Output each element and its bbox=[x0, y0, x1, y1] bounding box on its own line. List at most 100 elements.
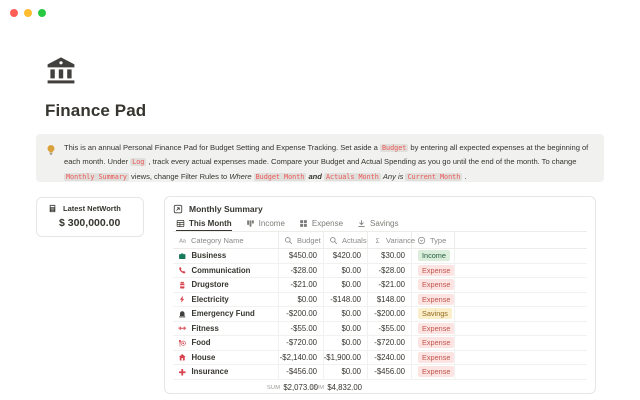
cell-type[interactable]: Expense bbox=[412, 293, 455, 307]
cell-variance[interactable]: -$21.00 bbox=[368, 278, 412, 292]
column-header-actuals[interactable]: Actuals bbox=[324, 232, 368, 248]
callout-code-token: Log bbox=[130, 158, 146, 166]
type-badge-expense: Expense bbox=[418, 352, 454, 363]
table-row-communication: Communication-$28.00$0.00-$28.00Expense bbox=[173, 264, 587, 279]
cell-category-name[interactable]: Food bbox=[173, 336, 279, 350]
table-row-emergency-fund: Emergency Fund -$200.00$0.00-$200.00 Savin… bbox=[173, 307, 587, 322]
cell-variance[interactable]: -$55.00 bbox=[368, 322, 412, 336]
callout-code-token: Monthly Summary bbox=[64, 173, 129, 181]
cell-actuals[interactable]: $0.00 bbox=[324, 365, 368, 379]
tab-this-month[interactable]: This Month bbox=[176, 219, 232, 231]
column-header-category-name[interactable]: AaCategory Name bbox=[173, 232, 279, 248]
cell-category-name[interactable]: Electricity bbox=[173, 293, 279, 307]
column-header-variance[interactable]: ΣVariance bbox=[368, 232, 412, 248]
cell-type[interactable]: Expense bbox=[412, 351, 455, 365]
cell-variance[interactable]: $30.00 bbox=[368, 249, 412, 263]
cell-budget[interactable]: -$200.00 bbox=[279, 307, 324, 321]
cell-actuals[interactable]: $0.00 bbox=[324, 336, 368, 350]
cell-actuals[interactable]: $420.00 bbox=[324, 249, 368, 263]
formula-icon: Σ bbox=[373, 236, 382, 245]
sum-label: SUM bbox=[311, 385, 324, 391]
cell-budget[interactable]: -$720.00 bbox=[279, 336, 324, 350]
cell-budget[interactable]: -$55.00 bbox=[279, 322, 324, 336]
column-header-budget[interactable]: Budget bbox=[279, 232, 324, 248]
house-icon bbox=[178, 353, 187, 362]
type-badge-expense: Expense bbox=[418, 265, 454, 276]
category-name-label: Electricity bbox=[192, 295, 229, 304]
tab-income[interactable]: Income bbox=[246, 219, 285, 231]
table-row-fitness: Fitness-$55.00$0.00-$55.00Expense bbox=[173, 322, 587, 337]
briefcase-icon bbox=[178, 252, 187, 261]
cell-type[interactable]: Income bbox=[412, 249, 455, 263]
cell-empty bbox=[455, 351, 587, 365]
cell-type[interactable]: Expense bbox=[412, 322, 455, 336]
cell-empty bbox=[455, 249, 587, 263]
cell-variance[interactable]: -$28.00 bbox=[368, 264, 412, 278]
cell-variance[interactable]: -$456.00 bbox=[368, 365, 412, 379]
cell-category-name[interactable]: Emergency Fund bbox=[173, 307, 279, 321]
cell-budget[interactable]: -$456.00 bbox=[279, 365, 324, 379]
cell-category-name[interactable]: Insurance bbox=[173, 365, 279, 379]
tab-label: Expense bbox=[312, 219, 343, 228]
table-row-food: Food-$720.00$0.00-$720.00Expense bbox=[173, 336, 587, 351]
cell-category-name[interactable]: Communication bbox=[173, 264, 279, 278]
bank-icon[interactable] bbox=[45, 55, 77, 87]
cell-variance[interactable]: -$720.00 bbox=[368, 336, 412, 350]
cell-type[interactable]: Expense bbox=[412, 278, 455, 292]
close-window-button[interactable] bbox=[10, 9, 18, 17]
callout-text-segment: . bbox=[462, 172, 466, 181]
cell-empty bbox=[455, 293, 587, 307]
cell-actuals[interactable]: $0.00 bbox=[324, 307, 368, 321]
cell-actuals[interactable]: -$1,900.00 bbox=[324, 351, 368, 365]
monthly-summary-title[interactable]: Monthly Summary bbox=[189, 204, 263, 214]
cell-type[interactable]: Expense bbox=[412, 365, 455, 379]
callout-text-segment: This is an annual Personal Finance Pad f… bbox=[64, 143, 380, 152]
cell-type[interactable]: Expense bbox=[412, 264, 455, 278]
tab-expense[interactable]: Expense bbox=[299, 219, 343, 231]
view-tabs: This Month Income Expense Savings bbox=[173, 217, 587, 231]
type-badge-expense: Expense bbox=[418, 323, 454, 334]
cell-actuals[interactable]: $0.00 bbox=[324, 264, 368, 278]
type-badge-expense: Expense bbox=[418, 279, 454, 290]
column-header-type[interactable]: Type bbox=[412, 232, 455, 248]
rollup-icon bbox=[284, 236, 293, 245]
tab-savings[interactable]: Savings bbox=[357, 219, 398, 231]
cell-budget[interactable]: $0.00 bbox=[279, 293, 324, 307]
cell-category-name[interactable]: Business bbox=[173, 249, 279, 263]
cell-actuals[interactable]: $0.00 bbox=[324, 322, 368, 336]
cell-variance[interactable]: -$240.00 bbox=[368, 351, 412, 365]
cell-actuals[interactable]: -$148.00 bbox=[324, 293, 368, 307]
cell-empty bbox=[455, 322, 587, 336]
cell-type[interactable]: Expense bbox=[412, 336, 455, 350]
cell-budget[interactable]: -$2,140.00 bbox=[279, 351, 324, 365]
table-footer: SUM$2,073.00SUM$4,832.00 bbox=[173, 380, 587, 395]
cell-variance[interactable]: -$200.00 bbox=[368, 307, 412, 321]
minimize-window-button[interactable] bbox=[24, 9, 32, 17]
cell-budget[interactable]: $450.00 bbox=[279, 249, 324, 263]
table-row-insurance: Insurance-$456.00$0.00-$456.00Expense bbox=[173, 365, 587, 380]
cell-budget[interactable]: -$21.00 bbox=[279, 278, 324, 292]
networth-value: $ 300,000.00 bbox=[48, 217, 137, 229]
zoom-window-button[interactable] bbox=[38, 9, 46, 17]
cell-category-name[interactable]: House bbox=[173, 351, 279, 365]
callout-text-segment: and bbox=[308, 172, 321, 181]
cell-actuals[interactable]: $0.00 bbox=[324, 278, 368, 292]
cell-variance[interactable]: $148.00 bbox=[368, 293, 412, 307]
type-badge-savings: Savings bbox=[418, 308, 452, 319]
cell-type[interactable]: Savings bbox=[412, 307, 455, 321]
table-row-business: Business$450.00$420.00$30.00Income bbox=[173, 249, 587, 264]
tab-label: Savings bbox=[370, 219, 398, 228]
callout-text-segment: , track every actual expenses made. Comp… bbox=[146, 157, 576, 166]
category-name-label: Emergency Fund bbox=[192, 309, 255, 318]
footer-actuals-sum[interactable]: SUM$4,832.00 bbox=[324, 380, 368, 395]
cell-budget[interactable]: -$28.00 bbox=[279, 264, 324, 278]
cell-category-name[interactable]: Drugstore bbox=[173, 278, 279, 292]
notion-finance-pad-window: Finance Pad This is an annual Personal F… bbox=[0, 0, 640, 400]
callout-text-segment: Any is bbox=[383, 172, 404, 181]
siren-icon bbox=[178, 310, 187, 319]
latest-networth-card[interactable]: Latest NetWorth $ 300,000.00 bbox=[36, 197, 144, 237]
monthly-summary-card: Monthly Summary This MonthIncomeExpenseS… bbox=[164, 196, 596, 394]
type-badge-expense: Expense bbox=[418, 337, 454, 348]
food-icon bbox=[178, 339, 187, 348]
cell-category-name[interactable]: Fitness bbox=[173, 322, 279, 336]
